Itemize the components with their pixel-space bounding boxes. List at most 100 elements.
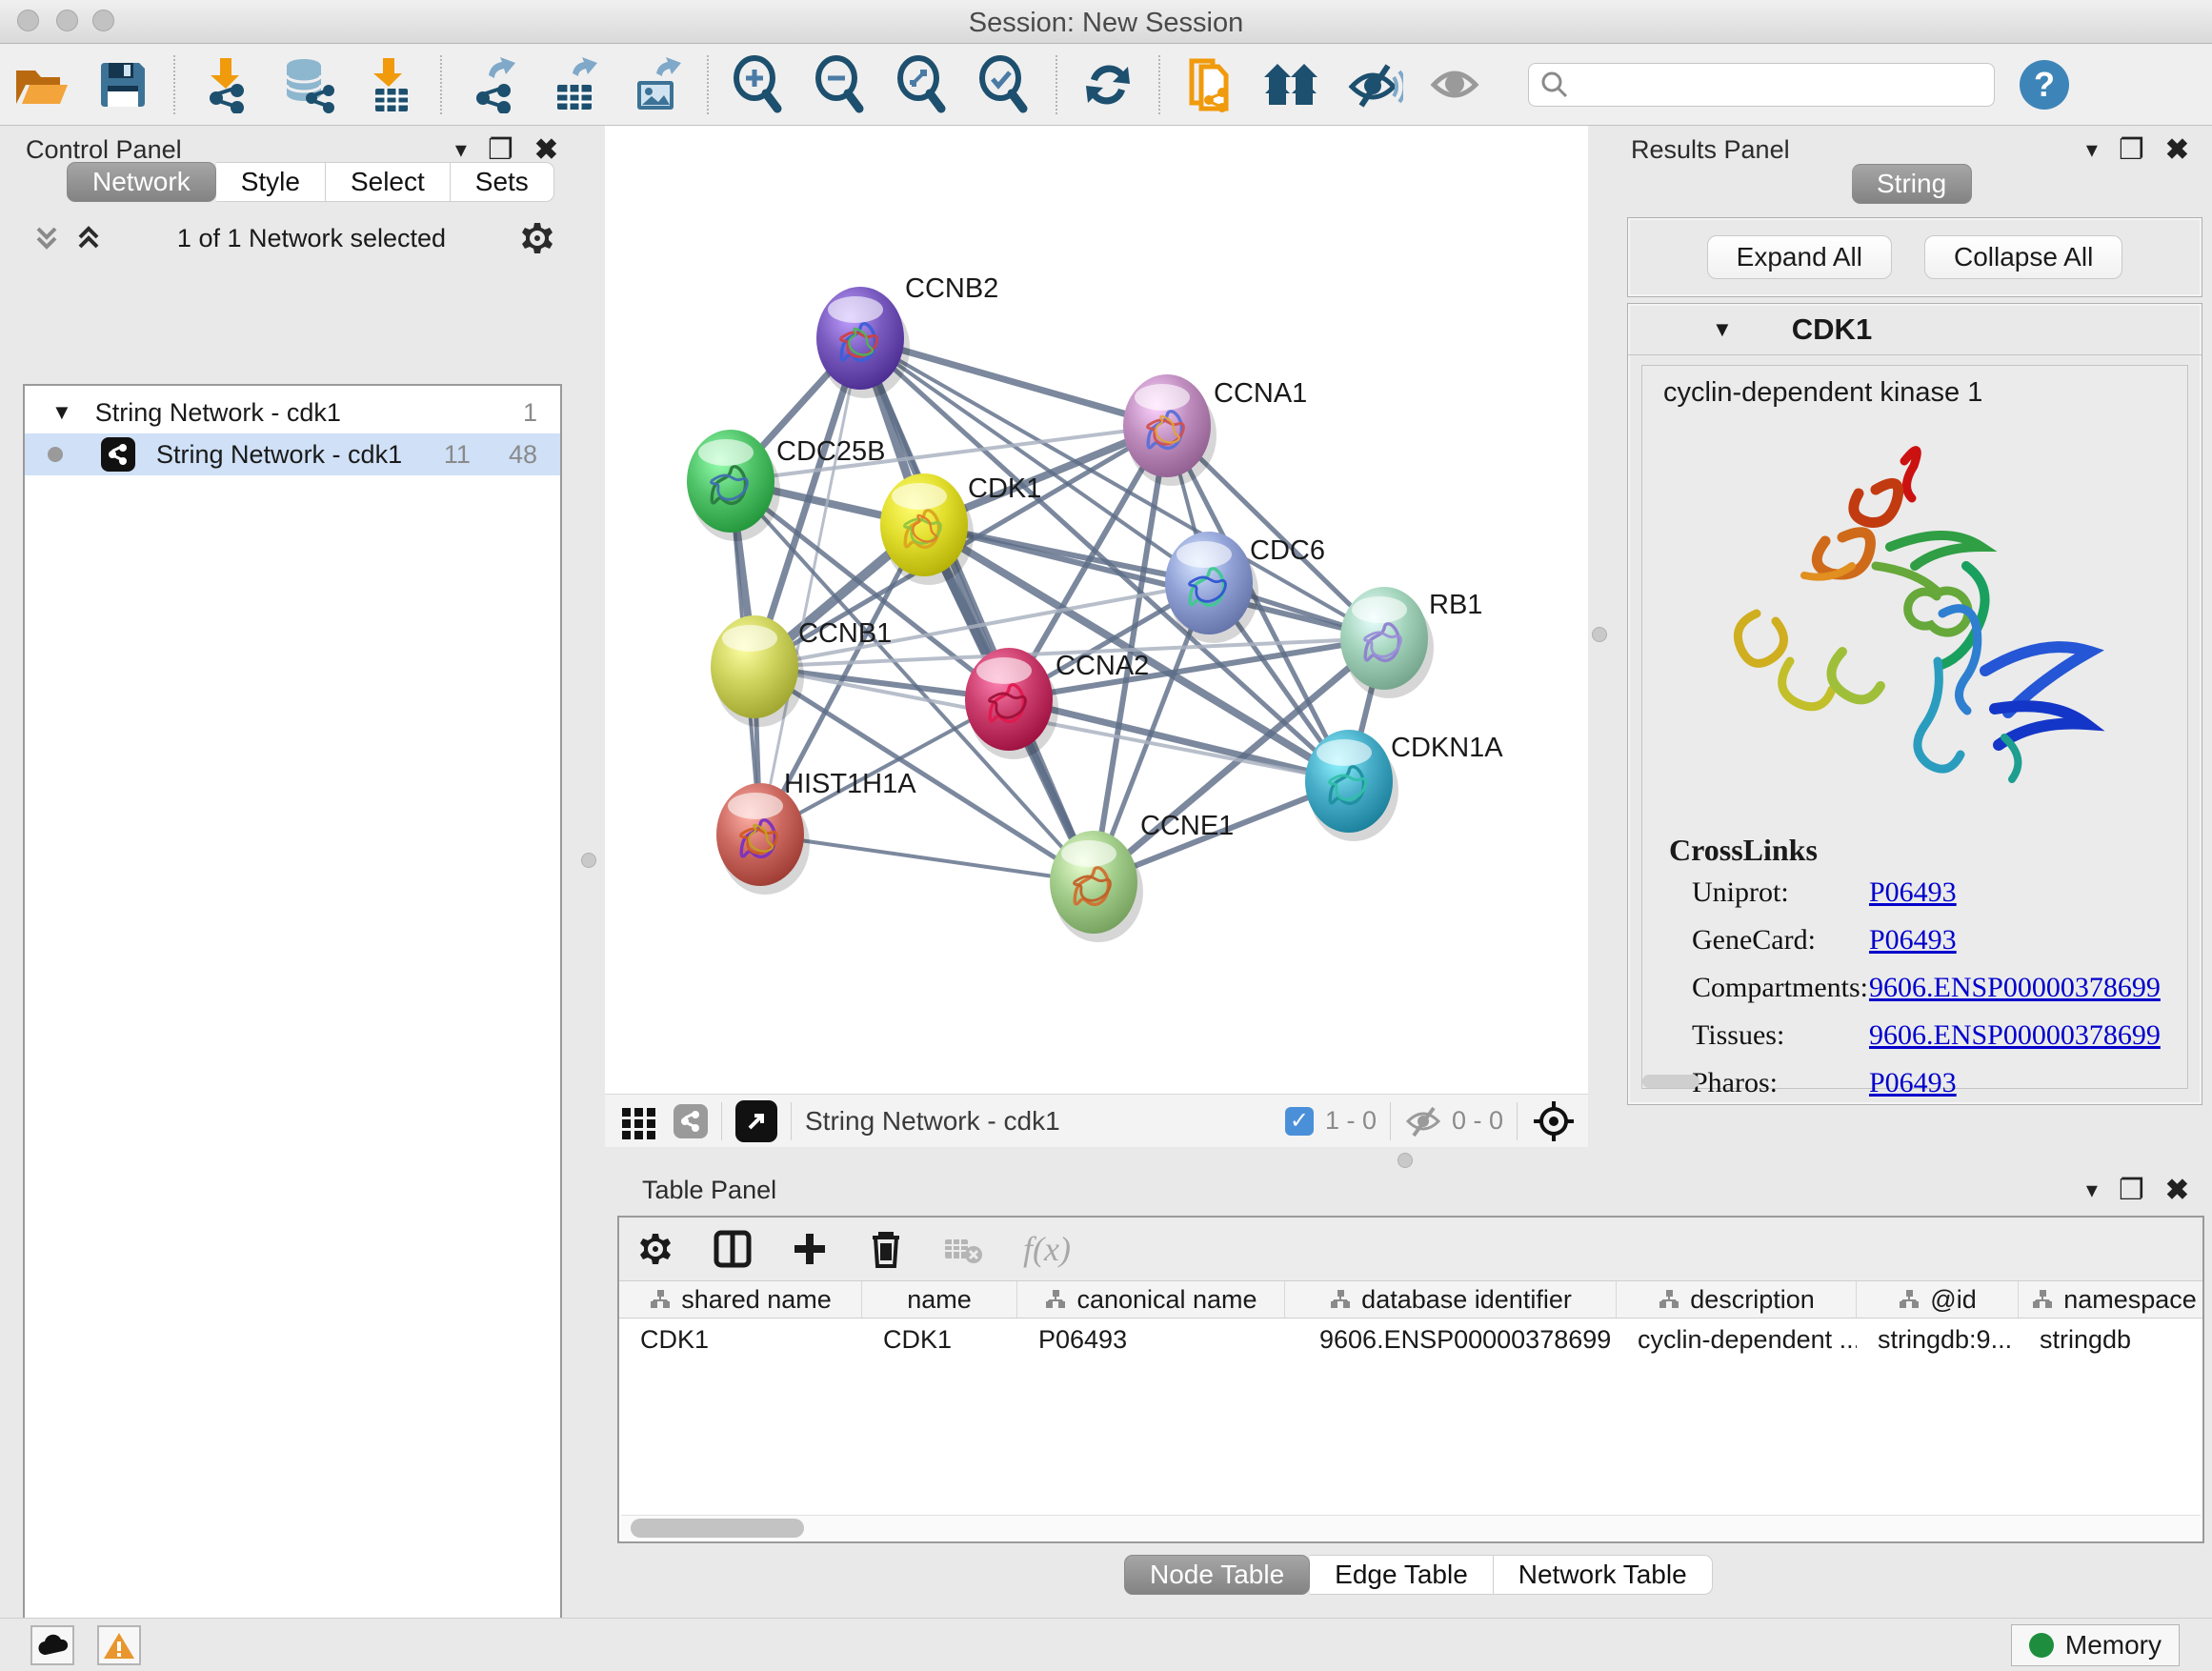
panel-collapse-icon[interactable]: ▾ [455, 136, 467, 164]
export-network-icon[interactable] [462, 54, 523, 115]
panel-collapse-icon[interactable]: ▾ [2086, 1177, 2098, 1204]
network-canvas[interactable]: CCNB2CCNA1CDC25BCDK1CDC6RB1CCNB1CCNA2CDK… [605, 126, 1588, 1094]
tab-select[interactable]: Select [326, 162, 451, 202]
network-snapshot-icon[interactable] [1180, 54, 1241, 115]
tab-sets[interactable]: Sets [451, 162, 554, 202]
panel-close-icon[interactable]: ✖ [2165, 1174, 2189, 1207]
node-CDK1[interactable]: CDK1 [880, 473, 1041, 585]
first-neighbors-icon[interactable] [1262, 54, 1323, 115]
column-header-description[interactable]: description [1617, 1281, 1857, 1318]
import-table-icon[interactable] [359, 54, 420, 115]
collapse-all-button[interactable]: Collapse All [1924, 235, 2122, 279]
tab-node-table[interactable]: Node Table [1124, 1555, 1310, 1595]
panel-float-icon[interactable]: ❐ [2119, 1174, 2144, 1207]
open-session-icon[interactable] [10, 54, 71, 115]
crosslink-tissues[interactable]: 9606.ENSP00000378699 [1869, 1019, 2161, 1052]
show-all-icon[interactable] [1426, 54, 1487, 115]
search-input[interactable] [1569, 70, 1969, 99]
crosslink-genecard[interactable]: P06493 [1869, 924, 2161, 956]
tab-string[interactable]: String [1852, 164, 1972, 204]
memory-button[interactable]: Memory [2011, 1624, 2180, 1666]
results-actions: Expand All Collapse All [1627, 217, 2202, 297]
column-header-shared-name[interactable]: shared name [619, 1281, 862, 1318]
network-graph: CCNB2CCNA1CDC25BCDK1CDC6RB1CCNB1CCNA2CDK… [605, 126, 1588, 1094]
zoom-in-icon[interactable] [729, 54, 790, 115]
tab-network[interactable]: Network [67, 162, 216, 202]
cell-description[interactable]: cyclin-dependent ... [1617, 1319, 1857, 1360]
cell-id[interactable]: stringdb:9... [1857, 1319, 2019, 1360]
crosslink-compartments[interactable]: 9606.ENSP00000378699 [1869, 972, 2161, 1004]
string-network-icon [101, 437, 135, 472]
import-network-database-icon[interactable] [277, 54, 338, 115]
table-hscrollbar[interactable] [621, 1515, 2201, 1540]
warnings-button[interactable] [97, 1625, 141, 1665]
edge-HIST1H1A-CCNE1[interactable] [760, 835, 1094, 882]
tab-style[interactable]: Style [216, 162, 326, 202]
delete-column-icon[interactable] [867, 1228, 905, 1270]
tab-network-table[interactable]: Network Table [1494, 1555, 1713, 1595]
refresh-icon[interactable] [1077, 54, 1138, 115]
help-button[interactable]: ? [2020, 60, 2069, 110]
save-session-icon[interactable] [92, 54, 153, 115]
tab-label: Sets [475, 167, 529, 197]
panel-collapse-icon[interactable]: ▾ [2086, 136, 2098, 164]
results-scrollbar-thumb[interactable] [1642, 1075, 1699, 1088]
toolbar-search[interactable] [1528, 63, 1995, 107]
panel-close-icon[interactable]: ✖ [2165, 133, 2189, 167]
cell-database-identifier[interactable]: 9606.ENSP00000378699 [1285, 1319, 1617, 1360]
export-table-icon[interactable] [544, 54, 605, 115]
hide-selected-icon[interactable] [1344, 54, 1405, 115]
table-row[interactable]: CDK1 CDK1 P06493 9606.ENSP00000378699 cy… [619, 1319, 2202, 1360]
cell-name[interactable]: CDK1 [862, 1319, 1017, 1360]
import-network-icon[interactable] [195, 54, 256, 115]
node-CCNB1[interactable]: CCNB1 [711, 615, 892, 727]
column-header-namespace[interactable]: namespace [2019, 1281, 2204, 1318]
crosslink-pharos[interactable]: P06493 [1869, 1067, 2161, 1099]
left-splitter-handle[interactable] [581, 853, 596, 868]
create-column-icon[interactable] [791, 1230, 829, 1268]
string-view-icon[interactable] [674, 1104, 708, 1138]
zoom-selected-icon[interactable] [975, 54, 1036, 115]
node-RB1[interactable]: RB1 [1340, 587, 1482, 698]
panel-float-icon[interactable]: ❐ [2119, 133, 2144, 167]
column-header-id[interactable]: @id [1857, 1281, 2019, 1318]
table-hscrollbar-thumb[interactable] [631, 1519, 804, 1538]
cell-shared-name[interactable]: CDK1 [619, 1319, 862, 1360]
export-image-icon[interactable] [626, 54, 687, 115]
network-row-selected[interactable]: String Network - cdk1 11 48 [25, 433, 560, 475]
bottom-splitter-handle[interactable] [1398, 1153, 1413, 1168]
cell-canonical-name[interactable]: P06493 [1017, 1319, 1285, 1360]
node-CDKN1A[interactable]: CDKN1A [1305, 730, 1503, 841]
tab-edge-table[interactable]: Edge Table [1310, 1555, 1494, 1595]
network-collection-row[interactable]: ▼ String Network - cdk1 1 [25, 392, 560, 433]
tree-expand-icon[interactable]: ▼ [51, 400, 72, 425]
grid-view-icon[interactable] [618, 1100, 660, 1142]
expand-all-chevron-icon[interactable] [72, 223, 105, 253]
detach-view-icon[interactable] [735, 1100, 777, 1142]
node-HIST1H1A[interactable]: HIST1H1A [716, 769, 916, 895]
protein-card-header[interactable]: ▼ CDK1 [1628, 304, 2202, 355]
node-CCNA1[interactable]: CCNA1 [1123, 374, 1307, 486]
birdseye-icon[interactable] [1531, 1098, 1577, 1144]
zoom-out-icon[interactable] [811, 54, 872, 115]
table-gear-icon[interactable] [636, 1230, 674, 1268]
column-header-name[interactable]: name [862, 1281, 1017, 1318]
collapse-triangle-icon[interactable]: ▼ [1712, 317, 1733, 342]
zoom-fit-icon[interactable] [893, 54, 954, 115]
column-header-database-identifier[interactable]: database identifier [1285, 1281, 1617, 1318]
node-CCNE1[interactable]: CCNE1 [1050, 811, 1234, 942]
status-divider [1390, 1102, 1391, 1140]
crosslink-uniprot[interactable]: P06493 [1869, 876, 2161, 909]
selected-checkbox-icon[interactable]: ✓ [1285, 1107, 1314, 1136]
show-columns-icon[interactable] [713, 1229, 753, 1269]
node-CDC6[interactable]: CDC6 [1165, 532, 1325, 643]
right-splitter-handle[interactable] [1592, 627, 1607, 642]
expand-all-button[interactable]: Expand All [1707, 235, 1892, 279]
cell-namespace[interactable]: stringdb [2019, 1319, 2204, 1360]
collapse-all-chevron-icon[interactable] [30, 223, 63, 253]
column-header-canonical-name[interactable]: canonical name [1017, 1281, 1285, 1318]
status-divider [791, 1102, 792, 1140]
node-label-RB1: RB1 [1429, 590, 1482, 620]
cloud-button[interactable] [30, 1625, 74, 1665]
gear-icon[interactable] [518, 219, 556, 257]
